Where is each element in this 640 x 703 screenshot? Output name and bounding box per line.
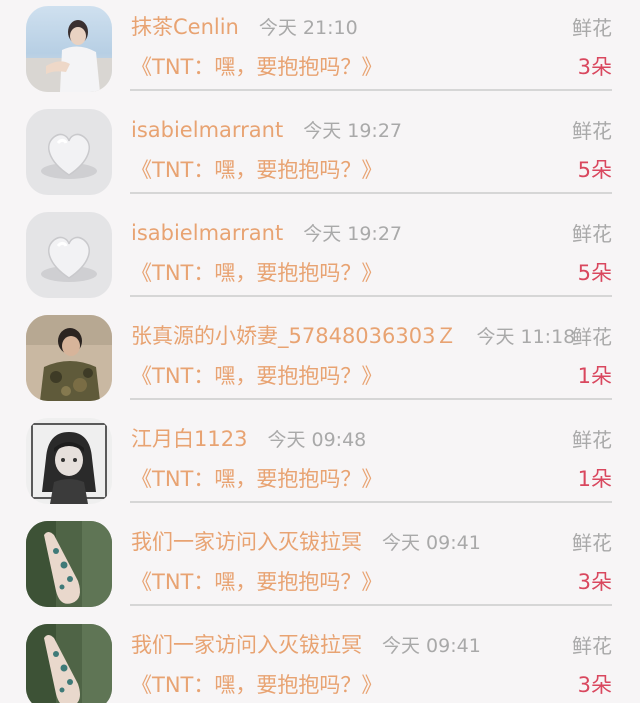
flower-count: 1朵 [577, 364, 612, 388]
row-divider [130, 192, 612, 194]
gift-message[interactable]: 《TNT：嘿，要抱抱吗？》 [131, 464, 382, 494]
sender-line: 我们一家访问入灭钹拉冥 今天 09:41 [131, 527, 481, 558]
gift-time: 今天 21:10 [258, 17, 358, 39]
sender-name[interactable]: 江月白1123 [131, 427, 247, 451]
flower-count: 3朵 [577, 55, 612, 79]
camo-jacket-avatar[interactable] [26, 315, 112, 401]
painted-hand-avatar[interactable] [26, 521, 112, 607]
gift-time: 今天 09:41 [382, 635, 481, 657]
gift-message[interactable]: 《TNT：嘿，要抱抱吗？》 [131, 567, 382, 597]
row-divider [130, 398, 612, 400]
anime-girl-avatar[interactable] [26, 418, 112, 504]
row-divider [130, 501, 612, 503]
sender-name[interactable]: 抹茶Cenlin [131, 15, 239, 39]
flower-label: 鲜花 [572, 119, 612, 143]
flower-label: 鲜花 [572, 428, 612, 452]
gift-message[interactable]: 《TNT：嘿，要抱抱吗？》 [131, 670, 382, 700]
sender-name[interactable]: isabielmarrant [131, 118, 283, 142]
gift-time: 今天 09:48 [267, 429, 367, 451]
sender-name[interactable]: 我们一家访问入灭钹拉冥 [131, 633, 362, 657]
flower-count: 3朵 [577, 570, 612, 594]
gift-message[interactable]: 《TNT：嘿，要抱抱吗？》 [131, 155, 382, 185]
flower-count: 1朵 [577, 467, 612, 491]
boy-on-beach-avatar[interactable] [26, 6, 112, 92]
sender-line: 抹茶Cenlin 今天 21:10 [131, 12, 358, 43]
gift-time: 今天 19:27 [303, 223, 402, 245]
flower-label: 鲜花 [572, 222, 612, 246]
sender-name[interactable]: isabielmarrant [131, 221, 283, 245]
flower-label: 鲜花 [572, 16, 612, 40]
sender-line: 江月白1123 今天 09:48 [131, 424, 366, 455]
gift-time: 今天 11:18 [476, 326, 576, 348]
painted-hand-avatar[interactable] [26, 624, 112, 703]
row-divider [130, 89, 612, 91]
flower-label: 鲜花 [572, 634, 612, 658]
flower-count: 5朵 [577, 261, 612, 285]
gift-row[interactable]: isabielmarrant 今天 19:27 鲜花 《TNT：嘿，要抱抱吗？》 … [0, 206, 640, 309]
glass-heart-avatar[interactable] [26, 109, 112, 195]
gift-message[interactable]: 《TNT：嘿，要抱抱吗？》 [131, 361, 382, 391]
flower-count: 3朵 [577, 673, 612, 697]
sender-line: 我们一家访问入灭钹拉冥 今天 09:41 [131, 630, 481, 661]
flower-gift-list: 抹茶Cenlin 今天 21:10 鲜花 《TNT：嘿，要抱抱吗？》 3朵 isa… [0, 0, 640, 703]
gift-row[interactable]: 江月白1123 今天 09:48 鲜花 《TNT：嘿，要抱抱吗？》 1朵 [0, 412, 640, 515]
gift-row[interactable]: 抹茶Cenlin 今天 21:10 鲜花 《TNT：嘿，要抱抱吗？》 3朵 [0, 0, 640, 103]
flower-count: 5朵 [577, 158, 612, 182]
gift-row[interactable]: 我们一家访问入灭钹拉冥 今天 09:41 鲜花 《TNT：嘿，要抱抱吗？》 3朵 [0, 515, 640, 618]
gift-time: 今天 19:27 [303, 120, 402, 142]
gift-message[interactable]: 《TNT：嘿，要抱抱吗？》 [131, 258, 382, 288]
sender-line: isabielmarrant 今天 19:27 [131, 218, 402, 249]
row-divider [130, 295, 612, 297]
sender-line: isabielmarrant 今天 19:27 [131, 115, 402, 146]
sender-name[interactable]: 张真源的小娇妻_57848036303Ｚ [131, 324, 456, 348]
gift-time: 今天 09:41 [382, 532, 481, 554]
flower-label: 鲜花 [572, 531, 612, 555]
gift-row[interactable]: isabielmarrant 今天 19:27 鲜花 《TNT：嘿，要抱抱吗？》 … [0, 103, 640, 206]
flower-label: 鲜花 [572, 325, 612, 349]
gift-row[interactable]: 我们一家访问入灭钹拉冥 今天 09:41 鲜花 《TNT：嘿，要抱抱吗？》 3朵 [0, 618, 640, 703]
gift-row[interactable]: 张真源的小娇妻_57848036303Ｚ 今天 11:18 鲜花 《TNT：嘿，要… [0, 309, 640, 412]
sender-name[interactable]: 我们一家访问入灭钹拉冥 [131, 530, 362, 554]
row-divider [130, 604, 612, 606]
glass-heart-avatar[interactable] [26, 212, 112, 298]
sender-line: 张真源的小娇妻_57848036303Ｚ 今天 11:18 [131, 321, 575, 352]
gift-message[interactable]: 《TNT：嘿，要抱抱吗？》 [131, 52, 382, 82]
